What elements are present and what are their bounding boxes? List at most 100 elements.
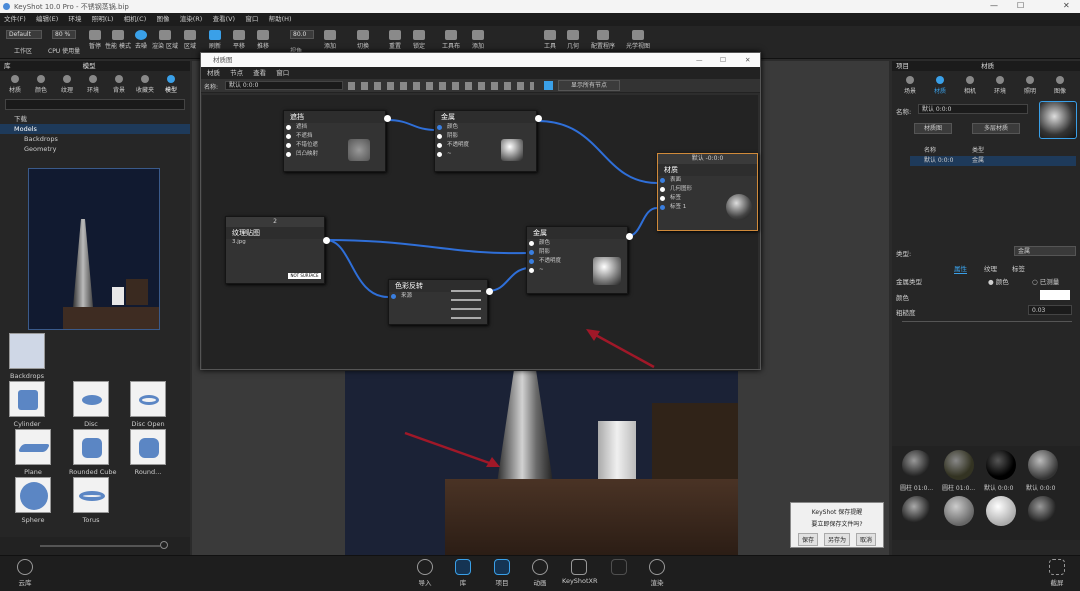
menu-camera[interactable]: 相机(C)	[124, 13, 147, 26]
material-graph-button[interactable]: 材质图	[914, 123, 952, 134]
menu-help[interactable]: 帮助(H)	[269, 13, 292, 26]
menu-image[interactable]: 图像	[157, 13, 170, 26]
close-button[interactable]: ✕	[745, 53, 750, 67]
menu-lighting[interactable]: 照明(L)	[92, 13, 114, 26]
save-button[interactable]: 保存	[797, 533, 818, 546]
graph-tool-icons[interactable]	[348, 82, 534, 90]
minimize-button[interactable]: —	[990, 1, 998, 10]
tab-material[interactable]: 材质	[926, 75, 954, 95]
swatch-1[interactable]	[902, 450, 932, 480]
screenshot-button[interactable]: 截屏	[1040, 559, 1074, 587]
search-icon[interactable]	[160, 541, 168, 549]
menu-window[interactable]: 窗口	[245, 13, 258, 26]
keyvr-button[interactable]	[602, 559, 636, 577]
maximize-button[interactable]: ☐	[720, 53, 726, 67]
tab-scene[interactable]: 场景	[896, 75, 924, 95]
fov-field[interactable]: 80.0	[290, 30, 314, 39]
menu-edit[interactable]: 编辑(E)	[36, 13, 58, 26]
library-search-input[interactable]	[5, 99, 185, 110]
studio-button[interactable]: 光学视图	[623, 28, 653, 50]
menu-window[interactable]: 窗口	[276, 69, 289, 77]
model-thumb-sphere[interactable]: Sphere	[11, 477, 55, 524]
node-texture-map[interactable]: 2 纹理贴图 3.jpg NOT SURFACE	[225, 216, 330, 284]
menu-node[interactable]: 节点	[230, 69, 243, 77]
swatch-6[interactable]	[944, 496, 974, 526]
switch-camera-button[interactable]: 切换	[348, 28, 378, 50]
tab-models[interactable]: 模型	[158, 74, 184, 94]
menu-render[interactable]: 渲染(R)	[180, 13, 203, 26]
model-thumb-disc[interactable]: Disc	[69, 381, 113, 428]
roughness-input[interactable]: 0.03	[1028, 305, 1072, 315]
swatch-7[interactable]	[986, 496, 1016, 526]
node-graph-canvas[interactable]: 遮挡 遮挡 不遮挡 不错位遮 凹凸映射 金属 颜色 阴影 不透明度 ~ 2 纹理…	[202, 95, 758, 369]
tab-environments[interactable]: 环境	[80, 74, 106, 94]
menu-view[interactable]: 查看	[253, 69, 266, 77]
cloud-library-button[interactable]: 云库	[8, 559, 42, 587]
swatch-5[interactable]	[902, 496, 932, 526]
model-thumb-plane[interactable]: Plane	[11, 429, 55, 476]
node-metal-2[interactable]: 金属 颜色 阴影 不透明度 ~	[526, 226, 633, 294]
model-thumb-torus[interactable]: Torus	[69, 477, 113, 524]
material-name-input[interactable]: 默认 0:0:0	[918, 104, 1028, 114]
swatch-2[interactable]	[944, 450, 974, 480]
node-color-invert[interactable]: 色彩反转 来源	[388, 279, 493, 325]
tree-item-downloads[interactable]: 下载	[0, 114, 190, 124]
dolly-button[interactable]: 推移	[248, 28, 278, 50]
node-material-output[interactable]: 默认 -0:0:0 材质 表面 几何图形 标签 标签 1	[657, 153, 758, 231]
cancel-button[interactable]: 取消	[855, 533, 876, 546]
roughness-slider[interactable]	[902, 321, 1072, 322]
model-thumb-backdrops[interactable]: Backdrops	[5, 333, 49, 380]
radio-color[interactable]: ● 颜色	[988, 276, 1009, 286]
tab-environment[interactable]: 环境	[986, 75, 1014, 95]
tree-item-models[interactable]: Models	[0, 124, 190, 134]
swatch-8[interactable]	[1028, 496, 1058, 526]
lock-camera-button[interactable]: 锁定	[404, 28, 434, 50]
save-as-button[interactable]: 另存为	[823, 533, 850, 546]
menu-environment[interactable]: 环境	[68, 13, 81, 26]
node-occlusion[interactable]: 遮挡 遮挡 不遮挡 不错位遮 凹凸映射	[283, 110, 391, 172]
model-thumb-rounded-cylinder[interactable]: Round...	[126, 429, 170, 476]
subtab-textures[interactable]: 纹理	[984, 263, 997, 273]
graph-name-input[interactable]: 默认 0:0:0	[225, 81, 343, 90]
close-button[interactable]: ✕	[1063, 1, 1070, 10]
material-preview-ball[interactable]	[1039, 101, 1077, 139]
material-type-select[interactable]: 金属	[1014, 246, 1076, 256]
color-swatch[interactable]	[1040, 290, 1070, 300]
tree-item-geometry[interactable]: Geometry	[0, 144, 190, 154]
add-button[interactable]: 添加	[463, 28, 493, 50]
show-all-nodes-button[interactable]: 显示所有节点	[558, 80, 620, 91]
subtab-properties[interactable]: 属性	[954, 263, 967, 274]
model-thumb-rounded-cube[interactable]: Rounded Cube	[69, 429, 117, 476]
import-button[interactable]: 导入	[408, 559, 442, 587]
model-thumb-cylinder[interactable]: Cylinder	[5, 381, 49, 428]
tab-favorites[interactable]: 收藏夹	[132, 74, 158, 94]
tab-camera[interactable]: 相机	[956, 75, 984, 95]
animation-button[interactable]: 动画	[523, 559, 557, 587]
thumbnail-size-slider[interactable]	[40, 545, 160, 547]
tree-item-backdrops[interactable]: Backdrops	[0, 134, 190, 144]
swatch-3[interactable]	[986, 450, 1016, 480]
tab-materials[interactable]: 材质	[2, 74, 28, 94]
subtab-labels[interactable]: 标签	[1012, 263, 1025, 273]
cpu-usage-field[interactable]: 80 %	[52, 30, 76, 39]
tool-button[interactable]: 工具布	[436, 28, 466, 50]
library-button[interactable]: 库	[446, 559, 480, 587]
config-program-button[interactable]: 配置程序	[588, 28, 618, 50]
multi-layer-material-button[interactable]: 多层材质	[972, 123, 1020, 134]
tab-backgrounds[interactable]: 背景	[106, 74, 132, 94]
menu-material[interactable]: 材质	[207, 69, 220, 77]
keyshotxr-button[interactable]: KeyShotXR	[562, 559, 598, 585]
node-metal-1[interactable]: 金属 颜色 阴影 不透明度 ~	[434, 110, 542, 172]
swatch-4[interactable]	[1028, 450, 1058, 480]
minimize-button[interactable]: —	[696, 53, 703, 67]
menu-view[interactable]: 查看(V)	[213, 13, 236, 26]
tab-lighting[interactable]: 照明	[1016, 75, 1044, 95]
menu-file[interactable]: 文件(F)	[4, 13, 26, 26]
maximize-button[interactable]: ☐	[1017, 1, 1024, 10]
workspace-select[interactable]: Default	[6, 30, 42, 39]
tab-colors[interactable]: 颜色	[28, 74, 54, 94]
add-camera-button[interactable]: 添加	[315, 28, 345, 50]
tab-image[interactable]: 图像	[1046, 75, 1074, 95]
render-button[interactable]: 渲染	[640, 559, 674, 587]
radio-measured[interactable]: ○ 已测量	[1032, 276, 1059, 286]
